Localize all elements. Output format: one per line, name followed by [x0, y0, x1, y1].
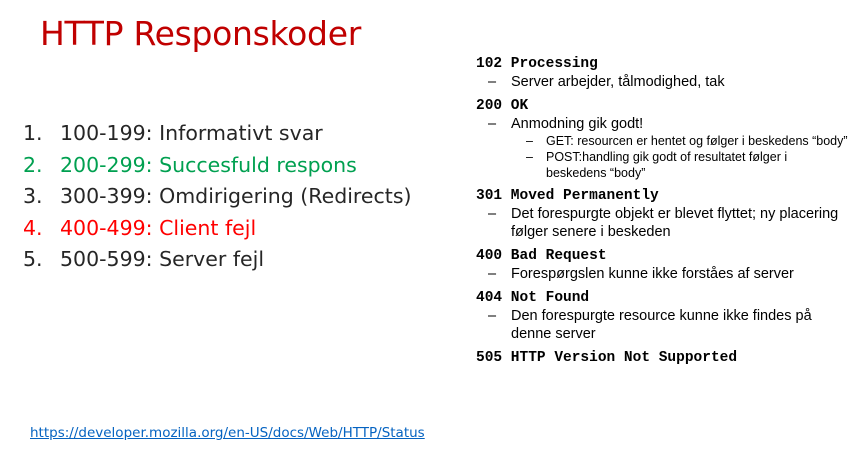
- response-range-list: 1. 100-199: Informativt svar 2. 200-299: S…: [23, 118, 412, 276]
- sub-description-text: GET: resourcen er hentet og følger i bes…: [546, 134, 848, 148]
- code-sub-description: – GET: resourcen er hentet og følger i be…: [476, 133, 848, 149]
- range-item-2xx: 2. 200-299: Succesfuld respons: [23, 150, 412, 182]
- range-item-3xx: 3. 300-399: Omdirigering (Redirects): [23, 181, 412, 213]
- code-sub-description: – POST:handling gik godt of resultatet fø…: [476, 149, 848, 181]
- code-description: – Den forespurgte resource kunne ikke fin…: [476, 307, 848, 343]
- code-301: 301 Moved Permanently – Det forespurgte o…: [476, 187, 848, 241]
- description-text: Forespørgslen kunne ikke forståes af ser…: [511, 266, 794, 282]
- code-description: – Server arbejder, tålmodighed, tak: [476, 73, 848, 91]
- description-text: Det forespurgte objekt er blevet flyttet…: [511, 206, 839, 240]
- code-404: 404 Not Found – Den forespurgte resource …: [476, 289, 848, 343]
- dash-bullet: –: [488, 206, 497, 222]
- range-label: 500-599: Server fejl: [60, 247, 265, 271]
- range-item-4xx: 4. 400-499: Client fejl: [23, 213, 412, 245]
- code-heading: 200 OK: [476, 98, 529, 114]
- page-title: HTTP Responskoder: [40, 14, 361, 53]
- code-heading: 404 Not Found: [476, 290, 590, 306]
- range-label: 100-199: Informativt svar: [60, 121, 323, 145]
- dash-bullet: –: [488, 308, 497, 324]
- code-description: – Forespørgslen kunne ikke forståes af se…: [476, 265, 848, 283]
- description-text: Den forespurgte resource kunne ikke find…: [511, 308, 812, 342]
- description-text: Anmodning gik godt!: [511, 116, 644, 132]
- range-number: 5.: [23, 247, 43, 271]
- code-102: 102 Processing – Server arbejder, tålmodi…: [476, 55, 848, 91]
- code-description: – Det forespurgte objekt er blevet flytte…: [476, 205, 848, 241]
- range-number: 4.: [23, 215, 43, 240]
- dash-bullet: –: [488, 74, 497, 90]
- range-label: 400-499: Client fejl: [60, 215, 257, 240]
- dash-bullet: –: [526, 134, 533, 148]
- mdn-status-link[interactable]: https://developer.mozilla.org/en-US/docs…: [30, 425, 425, 441]
- range-label: 200-299: Succesfuld respons: [60, 152, 357, 177]
- range-label: 300-399: Omdirigering (Redirects): [60, 184, 412, 208]
- code-200: 200 OK – Anmodning gik godt! – GET: resour…: [476, 97, 848, 181]
- code-description: – Anmodning gik godt!: [476, 115, 848, 133]
- dash-bullet: –: [526, 150, 533, 164]
- range-item-5xx: 5. 500-599: Server fejl: [23, 244, 412, 276]
- range-number: 1.: [23, 121, 43, 145]
- range-number: 3.: [23, 184, 43, 208]
- dash-bullet: –: [488, 266, 497, 282]
- status-code-list: 102 Processing – Server arbejder, tålmodi…: [476, 55, 848, 373]
- code-heading: 505 HTTP Version Not Supported: [476, 350, 738, 366]
- code-heading: 301 Moved Permanently: [476, 188, 659, 204]
- code-400: 400 Bad Request – Forespørgslen kunne ikk…: [476, 247, 848, 283]
- code-heading: 400 Bad Request: [476, 248, 607, 264]
- sub-description-text: POST:handling gik godt of resultatet føl…: [546, 150, 788, 180]
- range-item-1xx: 1. 100-199: Informativt svar: [23, 118, 412, 150]
- dash-bullet: –: [488, 116, 497, 132]
- description-text: Server arbejder, tålmodighed, tak: [511, 74, 725, 90]
- code-505: 505 HTTP Version Not Supported: [476, 349, 848, 367]
- code-heading: 102 Processing: [476, 56, 598, 72]
- range-number: 2.: [23, 152, 43, 177]
